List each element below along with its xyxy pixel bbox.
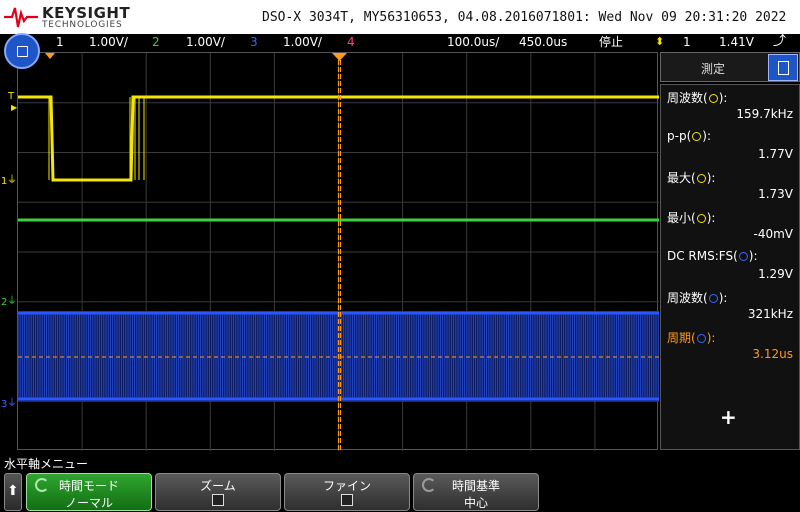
ground-icon: ⏚ [7, 398, 17, 409]
instrument-title: DSO-X 3034T, MY56310653, 04.08.201607180… [262, 10, 787, 25]
trigger-level[interactable]: 1.41V [719, 34, 754, 50]
measurement-label: p-p(): [667, 129, 711, 143]
panel-header: 測定 [660, 52, 800, 82]
waveform-graticule [18, 53, 659, 451]
checkbox-icon [341, 494, 353, 506]
measurement-label: 最小(): [667, 211, 716, 225]
back-button[interactable]: ⬆ [4, 473, 22, 511]
channel-source-icon [696, 334, 706, 343]
channel-source-icon [696, 214, 706, 223]
measurement-name: 最大 [667, 171, 692, 185]
measurement-name: 最小 [667, 211, 692, 225]
measurement-row[interactable]: 最大(): 1.73V [661, 167, 799, 207]
waveform-display[interactable] [17, 52, 659, 451]
measurement-row[interactable]: DC RMS:FS(): 1.29V [661, 247, 799, 287]
channel-source-icon [708, 94, 718, 103]
measurement-row[interactable]: 周波数(): 159.7kHz [661, 87, 799, 127]
measurement-value: 1.77V [758, 147, 793, 161]
measurement-value: 3.12us [752, 347, 793, 361]
zoom-softkey[interactable]: ズーム [155, 473, 281, 511]
ground-icon: ⏚ [7, 175, 17, 186]
document-icon [778, 61, 789, 75]
measurement-panel: 測定 周波数(): 159.7kHz p-p(): 1.77V 最大(): 1.73V 最小… [660, 52, 800, 452]
trigger-level-icon: ⬍ [655, 35, 665, 48]
trigger-source[interactable]: 1 [683, 34, 691, 50]
fine-softkey[interactable]: ファイン [284, 473, 410, 511]
ch4-number[interactable]: 4 [347, 34, 355, 50]
measurement-label: 周波数(): [667, 91, 728, 105]
measurement-value: 159.7kHz [736, 107, 793, 121]
time-reference-softkey[interactable]: 時間基準 中心 [413, 473, 539, 511]
time-delay[interactable]: 450.0us [519, 34, 567, 50]
measurement-label: DC RMS:FS(): [667, 249, 758, 263]
measurement-value: 1.29V [758, 267, 793, 281]
ch3-number[interactable]: 3 [250, 34, 258, 50]
softkey-label: 時間モード [58, 479, 119, 493]
status-bar: 1 1.00V/ 2 1.00V/ 3 1.00V/ 4 100.0us/ 45… [0, 34, 800, 50]
trigger-arrow-icon: ▶ [11, 103, 18, 112]
softkey-value: ノーマル [64, 496, 113, 510]
panel-tab-button[interactable] [768, 54, 798, 81]
channel-source-icon [696, 174, 706, 183]
measurement-value: 1.73V [758, 187, 793, 201]
softkey-menu-title: 水平軸メニュー [4, 457, 89, 471]
measurement-row[interactable]: p-p(): 1.77V [661, 127, 799, 167]
time-mode-softkey[interactable]: 時間モード ノーマル [26, 473, 152, 511]
measurement-label: 周期(): [667, 331, 716, 345]
measurement-label: 最大(): [667, 171, 716, 185]
measurement-label: 周波数(): [667, 291, 728, 305]
zoom-checkbox[interactable] [156, 494, 280, 509]
ground-icon: ⏚ [7, 296, 17, 307]
measurement-value: -40mV [753, 227, 794, 241]
softkey-label: ファイン [322, 479, 371, 493]
measurement-name: 周期 [667, 331, 692, 345]
keysight-wave-icon [4, 7, 38, 28]
ch2-number[interactable]: 2 [152, 34, 160, 50]
delay-marker [45, 53, 55, 59]
ch1-number[interactable]: 1 [56, 34, 64, 50]
softkey-value: 中心 [463, 496, 488, 510]
measurement-value: 321kHz [747, 307, 793, 321]
ch2-scale[interactable]: 1.00V/ [186, 34, 225, 50]
run-state: 停止 [599, 35, 624, 49]
add-measurement-icon[interactable]: + [720, 405, 737, 429]
channel-source-icon [692, 132, 702, 141]
up-arrow-icon: ⬆ [7, 483, 19, 499]
menu-icon [17, 46, 28, 57]
trigger-point-marker [332, 53, 347, 61]
keysight-logo: KEYSIGHT TECHNOLOGIES [4, 3, 134, 31]
channel-source-icon [708, 294, 718, 303]
timebase-scale[interactable]: 100.0us/ [447, 34, 499, 50]
measurement-row[interactable]: 周波数(): 321kHz [661, 287, 799, 327]
ch1-scale[interactable]: 1.00V/ [89, 34, 128, 50]
measurement-row[interactable]: 最小(): -40mV [661, 207, 799, 247]
panel-title[interactable]: 測定 [701, 60, 725, 77]
brand-sub: TECHNOLOGIES [42, 20, 123, 30]
channel-source-icon [738, 252, 748, 261]
measurement-list: 周波数(): 159.7kHz p-p(): 1.77V 最大(): 1.73V 最小():… [660, 84, 800, 450]
measurement-name: 周波数 [667, 91, 704, 105]
measurement-name: p-p [667, 129, 687, 143]
fine-checkbox[interactable] [285, 494, 409, 509]
trigger-edge-icon[interactable]: ⤴ [773, 34, 786, 50]
measurement-name: DC RMS:FS [667, 249, 734, 263]
softkey-label: 時間基準 [451, 479, 500, 493]
trigger-level-marker[interactable]: T [8, 92, 14, 102]
checkbox-icon [212, 494, 224, 506]
measurement-name: 周波数 [667, 291, 704, 305]
measurement-row[interactable]: 周期(): 3.12us [661, 327, 799, 367]
header-bar: KEYSIGHT TECHNOLOGIES DSO-X 3034T, MY563… [0, 0, 800, 34]
ch3-scale[interactable]: 1.00V/ [283, 34, 322, 50]
softkey-label: ズーム [200, 479, 236, 493]
main-menu-button[interactable] [4, 33, 40, 69]
